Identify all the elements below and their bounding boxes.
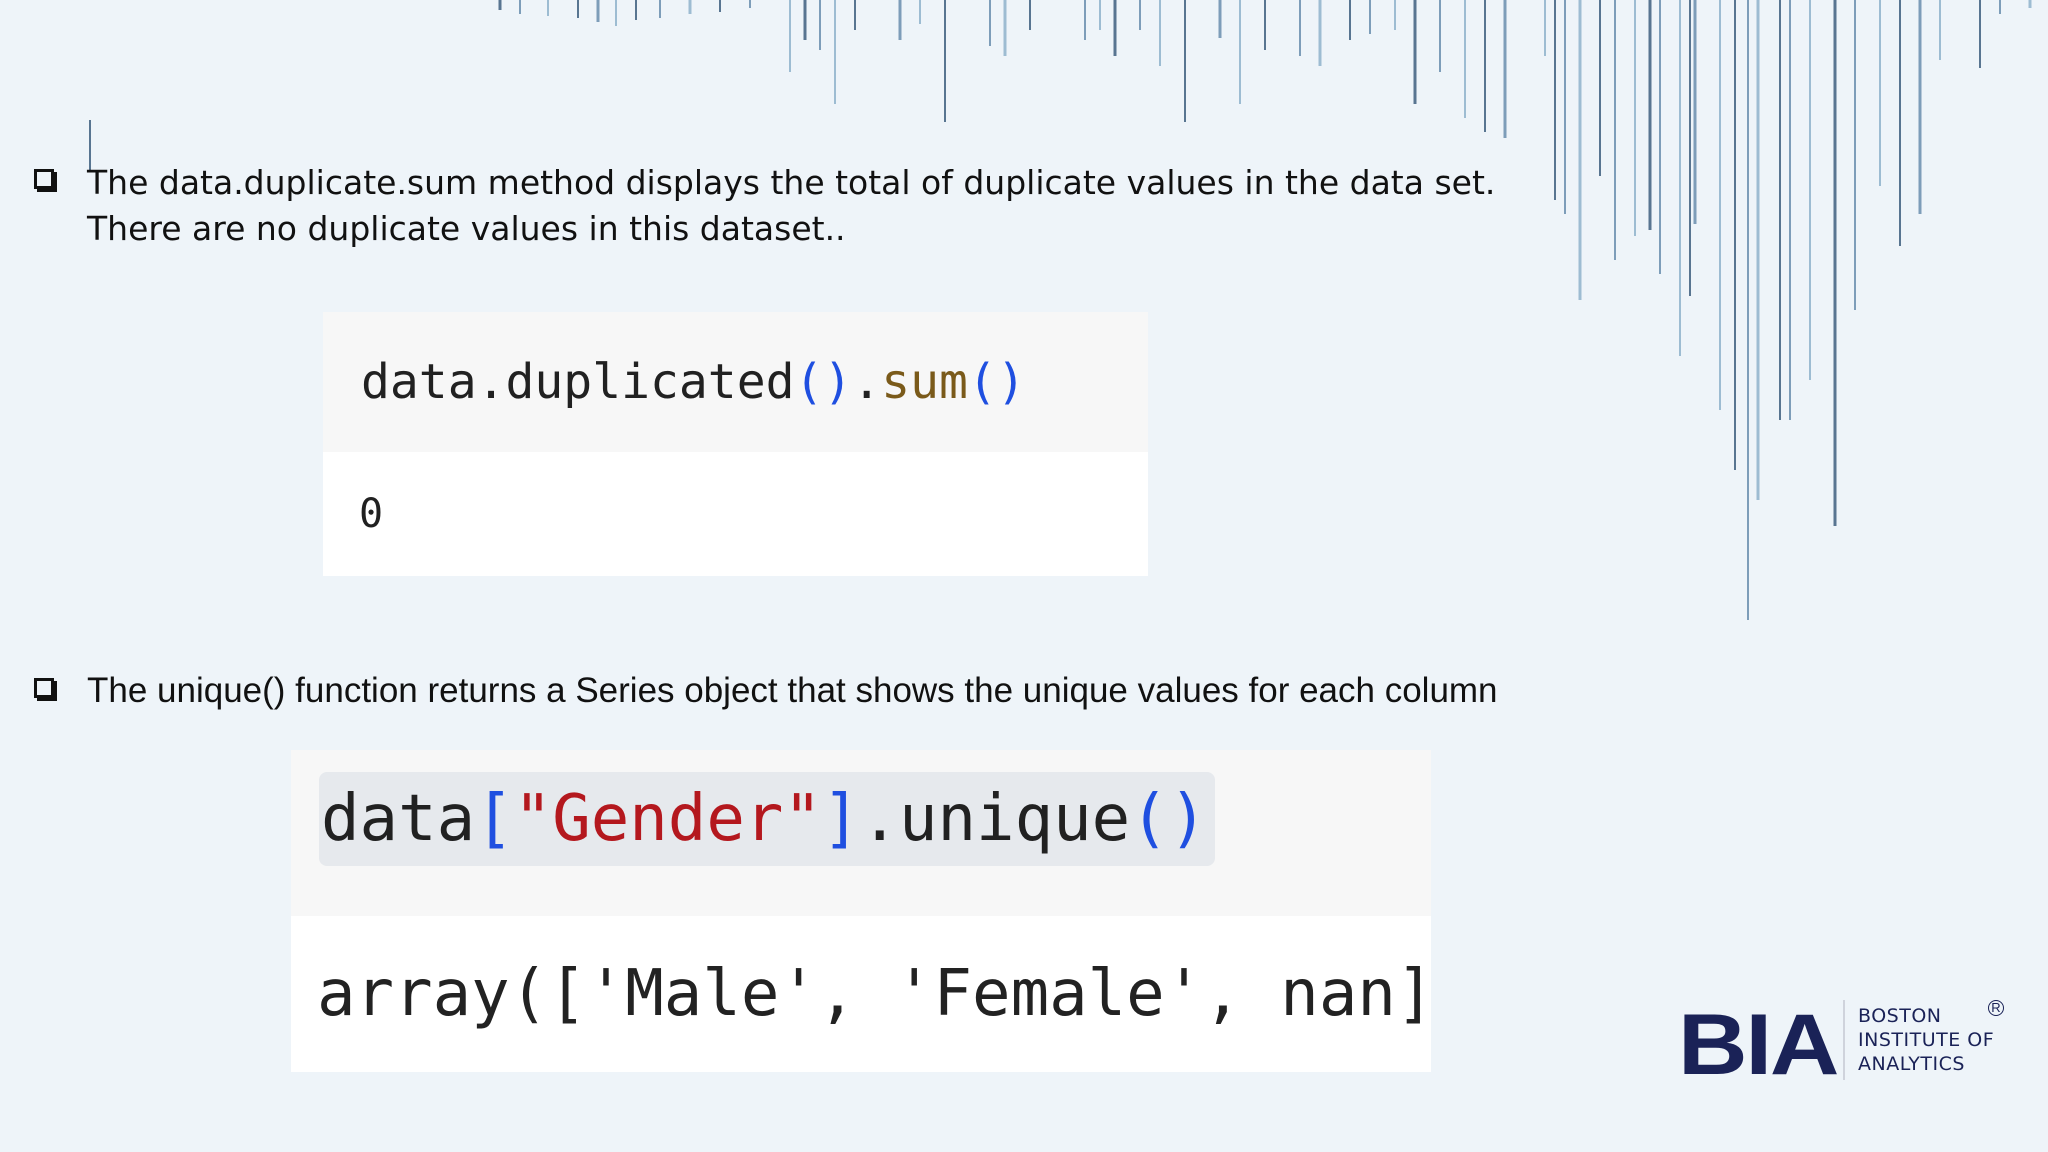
code-token-parens: () [967,354,1026,410]
code-token-dot: . [476,354,506,410]
code-input: data["Gender"] .unique() [291,750,1431,916]
code-token-dot: . [852,354,882,410]
registered-mark-icon: R [1988,1000,2004,1016]
logo-mark: BIA [1678,997,1839,1093]
code-token-bracket: ] [821,782,861,856]
code-token-object: data [361,354,477,410]
code-output: 0 [323,452,1148,576]
logo-line: INSTITUTE OF [1858,1029,1995,1051]
logo-wordmark: BOSTON INSTITUTE OF ANALYTICS [1858,1004,1994,1076]
code-token-parens: () [1130,782,1208,856]
code-output: array(['Male', 'Female', nan] [291,916,1434,1072]
code-token-string: "Gender" [513,782,822,856]
code-cell-unique: data["Gender"] .unique() array(['Male', '… [291,750,1434,1072]
bullet-box-icon [34,169,57,192]
code-token-bracket: [ [475,782,514,856]
code-highlight: data["Gender"] .unique() [319,772,1216,866]
bullet-duplicates-text: The data.duplicate.sum method displays t… [87,163,1496,248]
code-input: data. duplicated(). sum() [323,312,1148,452]
code-token-method: .unique [860,782,1131,856]
code-token-method: sum [881,354,968,410]
bullet-duplicates: The data.duplicate.sum method displays t… [34,160,1537,252]
logo-divider [1843,1000,1845,1080]
logo-line: BOSTON [1858,1005,1942,1027]
code-token-object: data [321,782,476,856]
bullet-box-icon [34,678,57,701]
logo-line: ANALYTICS [1858,1053,1965,1075]
code-token-method: duplicated [505,354,795,410]
code-cell-duplicated: data. duplicated(). sum() 0 [323,312,1148,576]
bullet-unique-text: The unique() function returns a Series o… [87,671,1498,710]
code-token-parens: () [794,354,853,410]
bia-logo: BIA BOSTON INSTITUTE OF ANALYTICS R [1678,998,2008,1088]
bullet-unique: The unique() function returns a Series o… [34,668,1537,714]
